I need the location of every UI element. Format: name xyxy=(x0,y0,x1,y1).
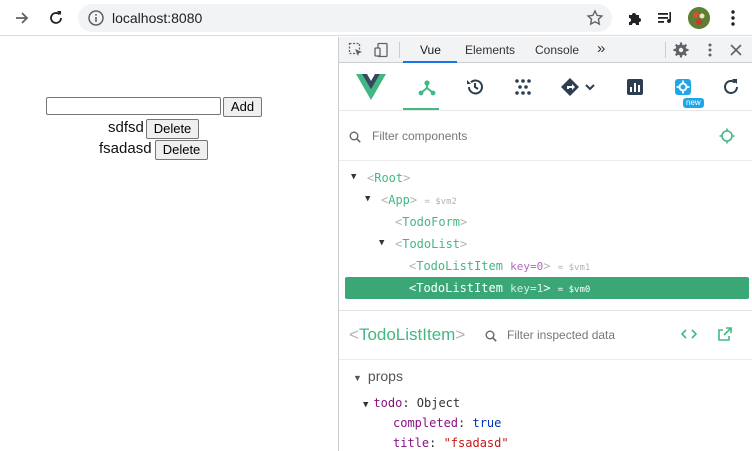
tab-console[interactable]: Console xyxy=(535,43,579,57)
tree-node-app[interactable]: ▼ <App> = $vm2 xyxy=(345,189,749,211)
select-component-target-icon[interactable] xyxy=(719,128,735,149)
devtools-panel: Vue Elements Console » new Filter compon… xyxy=(338,37,752,451)
prop-row-todo[interactable]: ▼ todo: Object xyxy=(363,396,460,410)
browser-menu-icon[interactable] xyxy=(726,8,740,28)
key-attr: key=1 xyxy=(510,282,544,295)
tree-node-todolistitem-0[interactable]: <TodoListItem key=0> = $vm1 xyxy=(345,255,749,277)
inspected-component-title: <TodoListItem> xyxy=(349,325,466,344)
prop-field-completed[interactable]: completed: true xyxy=(393,416,501,430)
add-button[interactable]: Add xyxy=(223,97,262,117)
profile-avatar[interactable] xyxy=(688,7,710,29)
timeline-history-icon[interactable] xyxy=(463,75,487,99)
filter-inspected-data-input[interactable]: Filter inspected data xyxy=(507,328,615,342)
inspect-dom-code-icon[interactable] xyxy=(680,326,698,347)
bookmark-star-icon[interactable] xyxy=(586,9,604,32)
expand-arrow-icon[interactable]: ▼ xyxy=(363,400,368,410)
tree-node-name: Root xyxy=(374,171,404,185)
component-tree: ▼ <Root> ▼ <App> = $vm2 <TodoForm> ▼ <To… xyxy=(339,161,752,307)
expand-arrow-icon[interactable]: ▼ xyxy=(351,172,356,182)
key-attr: key=0 xyxy=(510,260,544,273)
delete-button[interactable]: Delete xyxy=(155,140,208,160)
tree-node-todolist[interactable]: ▼ <TodoList> xyxy=(345,233,749,255)
close-devtools-icon[interactable] xyxy=(727,41,745,59)
tree-node-todolistitem-1-selected[interactable]: <TodoListItem key=1> = $vm0 xyxy=(345,277,749,299)
forward-icon[interactable] xyxy=(12,8,32,28)
open-in-editor-icon[interactable] xyxy=(717,326,733,347)
devtools-menu-icon[interactable] xyxy=(701,41,719,59)
tree-node-name: TodoListItem xyxy=(416,281,503,295)
performance-chart-icon[interactable] xyxy=(623,75,647,99)
reload-icon[interactable] xyxy=(46,8,66,28)
delete-button[interactable]: Delete xyxy=(146,119,199,139)
tree-node-todoform[interactable]: <TodoForm> xyxy=(345,211,749,233)
more-tabs-icon[interactable]: » xyxy=(597,40,605,57)
expand-arrow-icon[interactable]: ▼ xyxy=(365,194,370,204)
inspector-header: <TodoListItem> Filter inspected data xyxy=(339,310,752,360)
todo-input[interactable] xyxy=(46,97,221,115)
separator xyxy=(665,42,666,58)
device-toolbar-icon[interactable] xyxy=(373,41,391,59)
vm-ref: = $vm1 xyxy=(557,263,591,273)
search-icon xyxy=(485,329,497,347)
extensions-puzzle-icon[interactable] xyxy=(624,8,644,28)
vue-logo-icon xyxy=(355,74,387,100)
url-text[interactable]: localhost:8080 xyxy=(112,10,202,26)
tree-node-name: App xyxy=(388,193,410,207)
search-icon xyxy=(349,130,361,148)
tree-node-name: TodoForm xyxy=(402,215,461,229)
component-filter-bar[interactable]: Filter components xyxy=(339,111,752,161)
tree-node-root[interactable]: ▼ <Root> xyxy=(345,167,749,189)
inspect-element-icon[interactable] xyxy=(347,41,365,59)
address-bar[interactable]: localhost:8080 xyxy=(78,4,612,32)
tab-elements[interactable]: Elements xyxy=(465,43,515,57)
filter-components-input[interactable]: Filter components xyxy=(372,129,467,143)
prop-field-title[interactable]: title: "fsadasd" xyxy=(393,436,509,450)
reading-list-icon[interactable] xyxy=(656,8,676,28)
refresh-icon[interactable] xyxy=(719,75,743,99)
vue-devtools-toolbar: new xyxy=(339,63,752,111)
site-info-icon[interactable] xyxy=(87,9,105,32)
browser-toolbar: localhost:8080 xyxy=(0,0,752,36)
tree-node-name: TodoList xyxy=(402,237,461,251)
components-tree-icon[interactable] xyxy=(415,75,439,99)
page-viewport: Add sdfsd Delete fsadasd Delete xyxy=(0,37,338,451)
props-section-header[interactable]: ▼ props xyxy=(353,368,403,384)
todo-item-text: sdfsd xyxy=(108,119,144,136)
devtools-tab-bar: Vue Elements Console » xyxy=(339,37,752,63)
todo-item-text: fsadasd xyxy=(99,140,152,157)
new-badge: new xyxy=(683,98,704,108)
expand-arrow-icon[interactable]: ▼ xyxy=(379,238,384,248)
collapse-arrow-icon[interactable]: ▼ xyxy=(353,373,362,383)
settings-new-icon[interactable] xyxy=(671,75,695,99)
vm-ref: = $vm2 xyxy=(424,197,457,207)
separator xyxy=(399,42,400,58)
routing-directions-icon[interactable] xyxy=(559,75,599,99)
settings-gear-icon[interactable] xyxy=(672,41,690,59)
tree-node-name: TodoListItem xyxy=(416,259,503,273)
vuex-dots-icon[interactable] xyxy=(511,75,535,99)
active-tool-indicator xyxy=(403,108,439,110)
tab-vue[interactable]: Vue xyxy=(420,43,441,57)
vm-ref: = $vm0 xyxy=(557,285,591,295)
